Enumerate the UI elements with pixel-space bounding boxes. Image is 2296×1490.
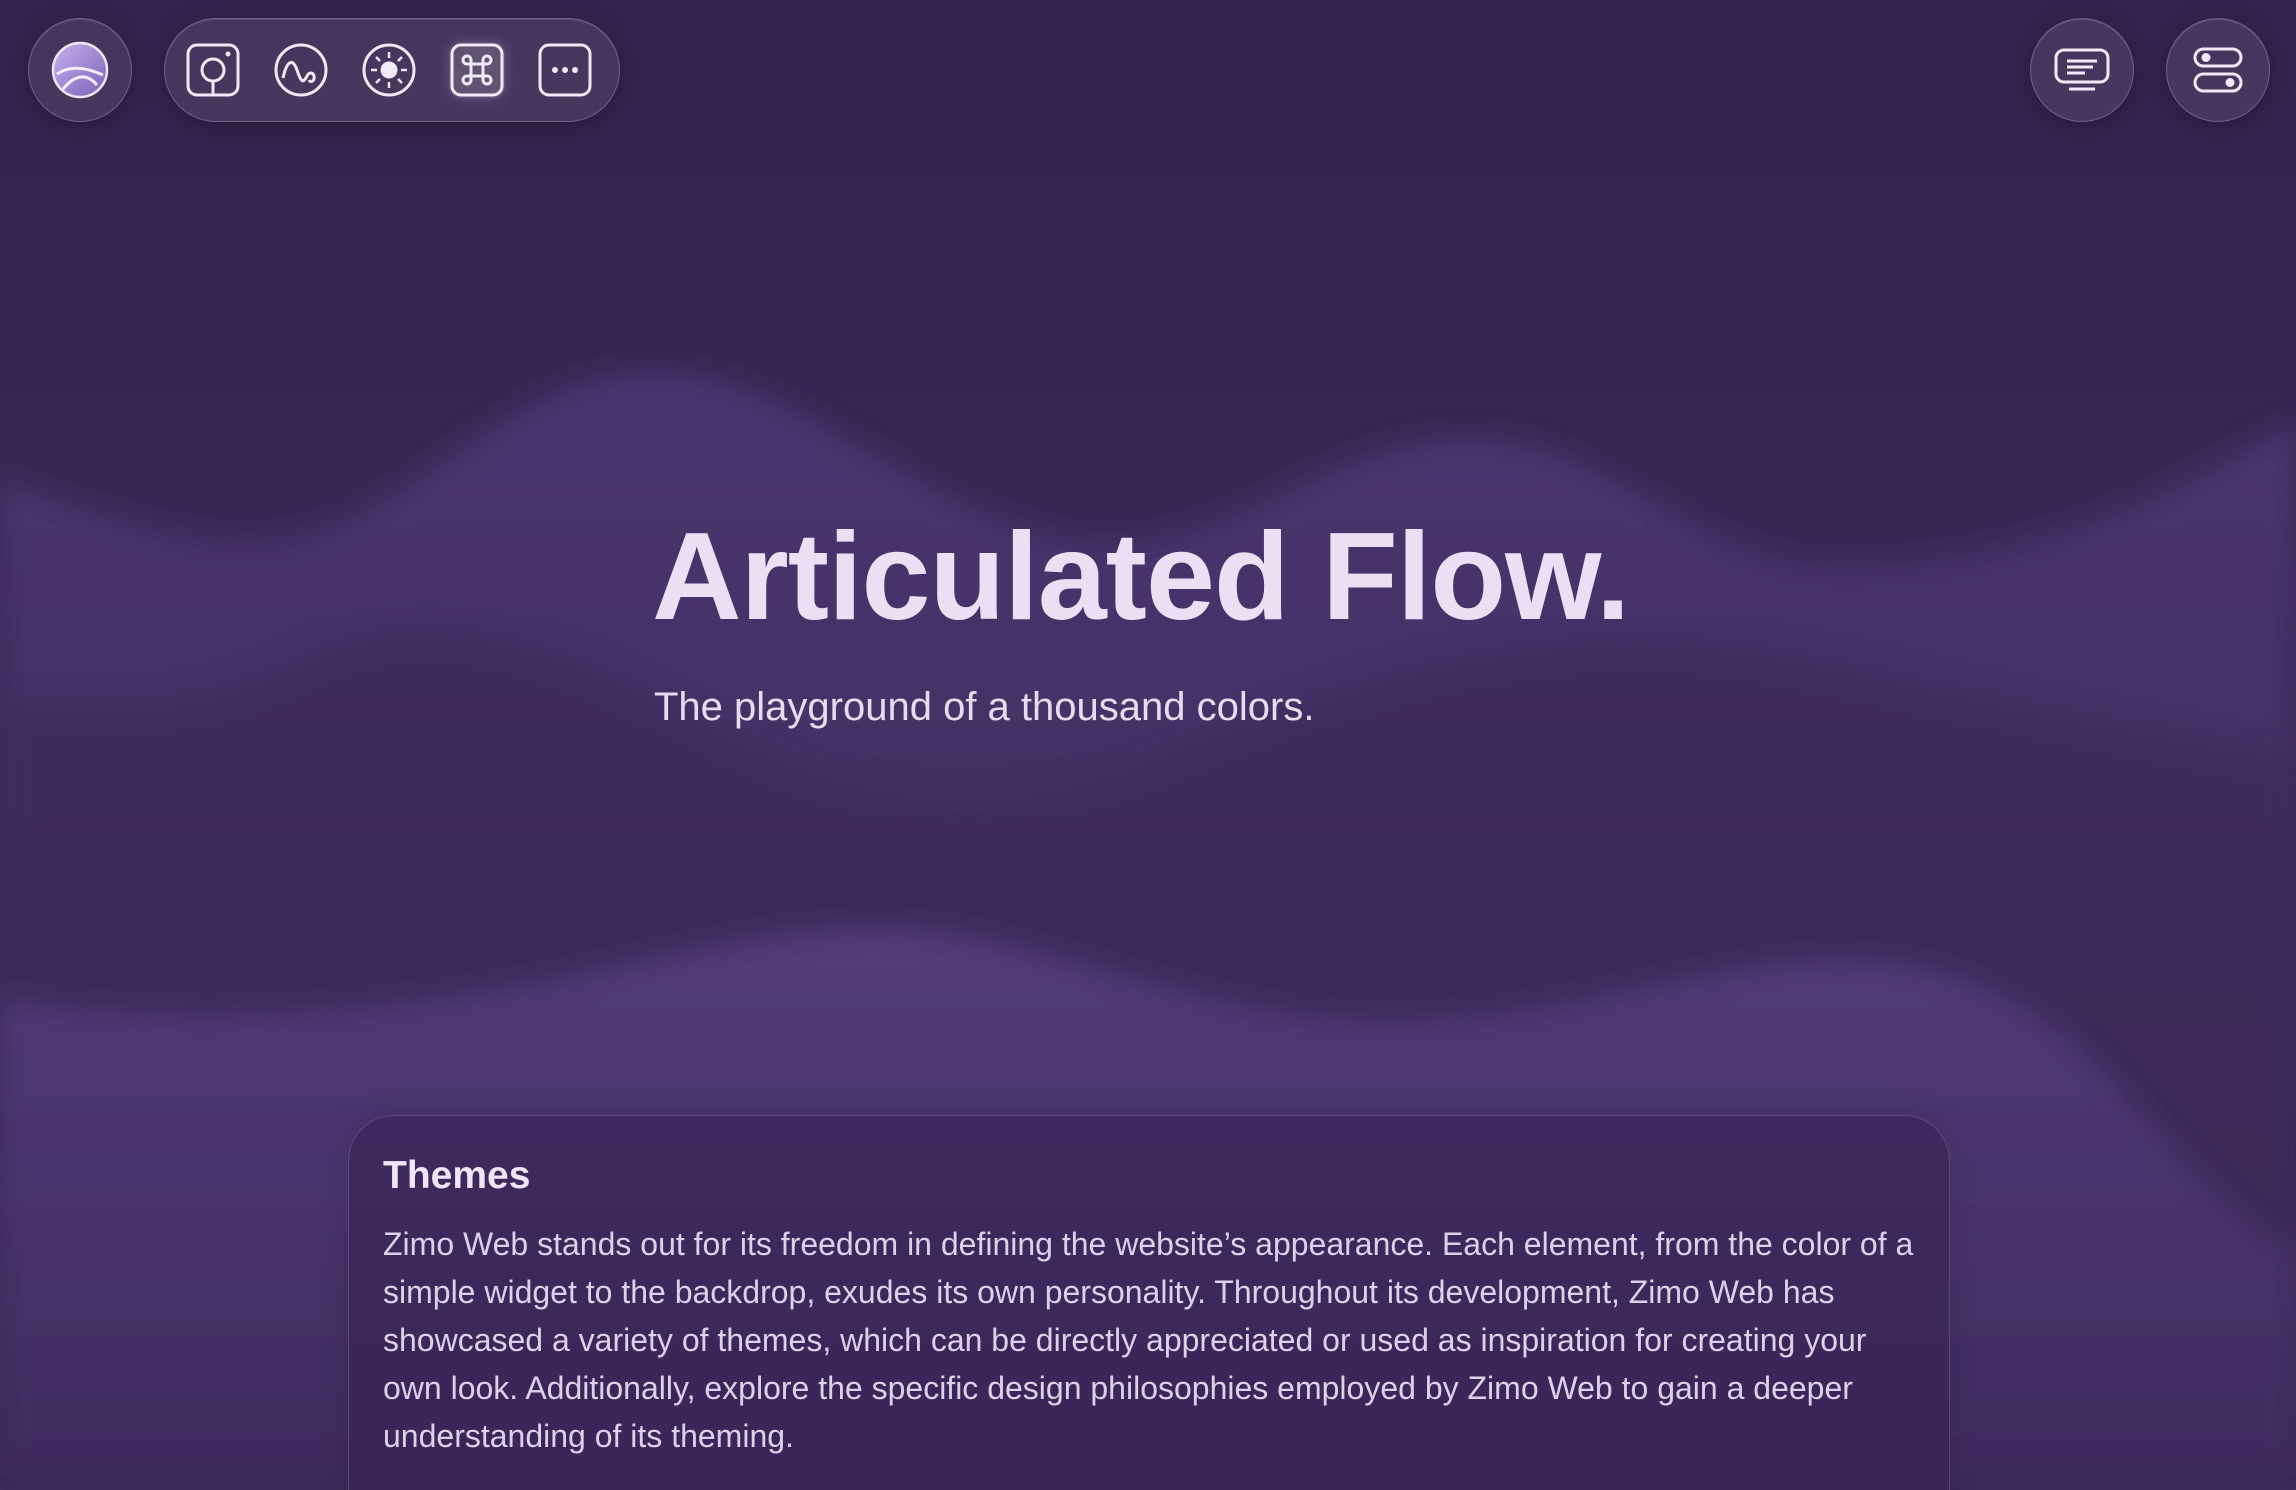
toggles-button[interactable] [2166, 18, 2270, 122]
command-button[interactable] [449, 42, 505, 98]
themes-card: Themes Zimo Web stands out for its freed… [348, 1115, 1950, 1490]
wave-icon [274, 43, 328, 97]
zimo-logo-icon [51, 41, 109, 99]
message-screen-icon [2054, 48, 2110, 91]
page: Articulated Flow. The playground of a th… [0, 0, 2296, 1490]
sun-button[interactable] [361, 42, 417, 98]
logo-button[interactable] [28, 18, 132, 122]
hero-subtitle: The playground of a thousand colors. [654, 685, 1315, 729]
more-button[interactable] [537, 42, 593, 98]
card-body: Zimo Web stands out for its freedom in d… [383, 1226, 1914, 1454]
more-icon [538, 43, 592, 97]
message-button[interactable] [2030, 18, 2134, 122]
command-icon [450, 43, 504, 97]
toolbar [164, 18, 620, 122]
card-title: Themes [383, 1154, 531, 1197]
toggles-icon [2193, 47, 2243, 93]
wave-button[interactable] [273, 42, 329, 98]
sun-icon [362, 43, 416, 97]
camera-frame-icon [186, 43, 240, 97]
hero-title: Articulated Flow. [652, 508, 1630, 646]
camera-frame-button[interactable] [185, 42, 241, 98]
